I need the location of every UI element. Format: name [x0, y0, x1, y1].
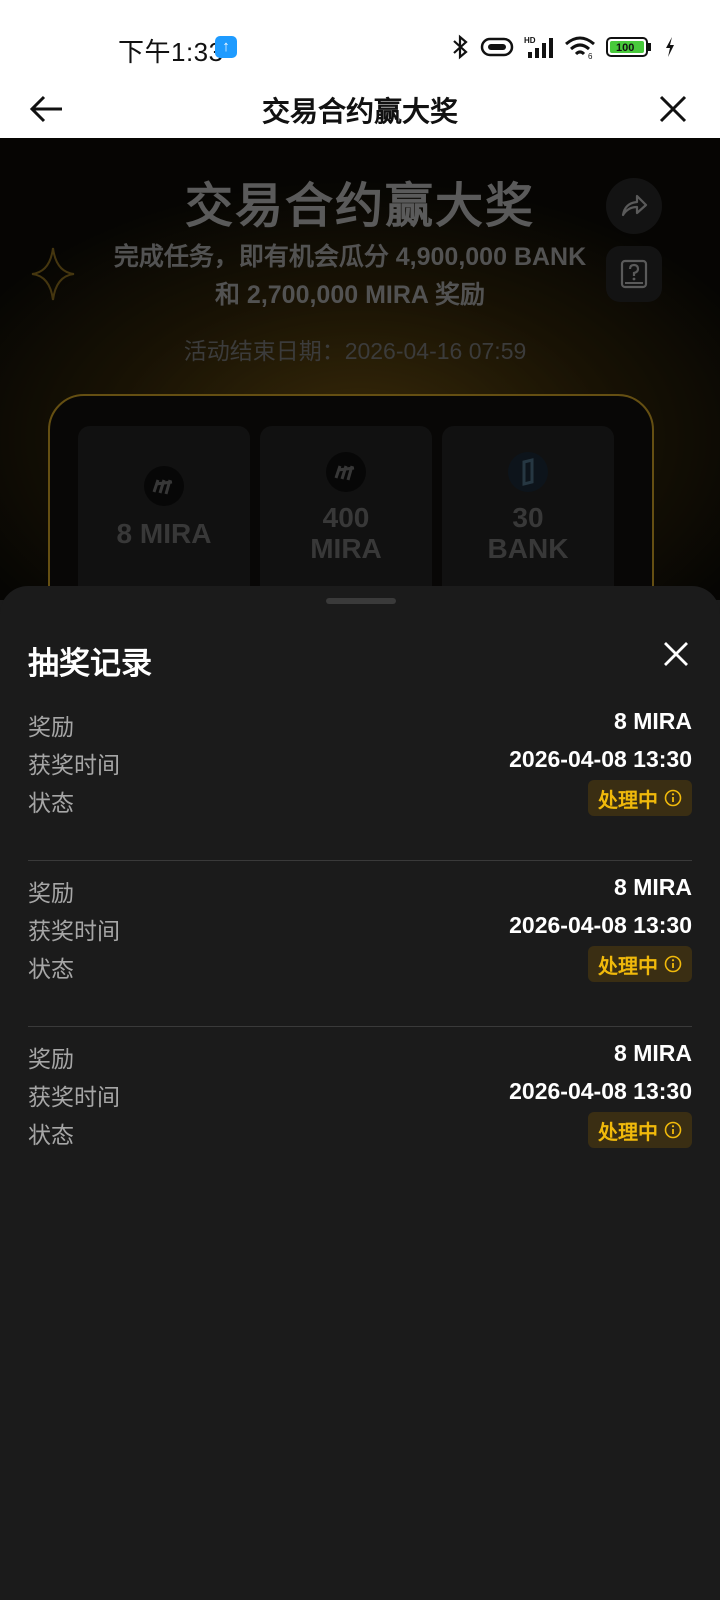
info-icon — [664, 955, 682, 973]
svg-text:100: 100 — [616, 42, 634, 54]
status-time: 下午1:33 — [118, 37, 224, 67]
time-value: 2026-04-08 13:30 — [509, 912, 692, 938]
reward-row: 奖励 8 MIRA — [28, 704, 692, 742]
status-icons: HD 6 100 — [450, 34, 676, 60]
status-bar: 下午1:33 ↑ HD 6 100 — [0, 0, 720, 80]
reward-label: 奖励 — [28, 1046, 74, 1072]
svg-text:HD: HD — [524, 36, 536, 45]
status-row: 状态 处理中 — [28, 946, 692, 984]
time-label: 获奖时间 — [28, 1084, 120, 1110]
battery-icon: 100 — [606, 37, 651, 57]
status-row: 状态 处理中 — [28, 1112, 692, 1150]
divider — [28, 860, 692, 861]
time-value: 2026-04-08 13:30 — [509, 746, 692, 772]
status-text: 处理中 — [598, 1121, 658, 1144]
time-row: 获奖时间 2026-04-08 13:30 — [28, 742, 692, 780]
nav-title: 交易合约赢大奖 — [261, 96, 458, 127]
charging-icon — [666, 37, 674, 57]
wifi-icon: 6 — [565, 36, 595, 59]
reward-value: 8 MIRA — [614, 708, 692, 734]
svg-text:6: 6 — [588, 52, 593, 59]
info-icon — [664, 1121, 682, 1139]
reward-label: 奖励 — [28, 880, 74, 906]
reward-value: 8 MIRA — [614, 874, 692, 900]
bluetooth-icon — [453, 34, 468, 60]
time-row: 获奖时间 2026-04-08 13:30 — [28, 1074, 692, 1112]
time-row: 获奖时间 2026-04-08 13:30 — [28, 908, 692, 946]
record-item: 奖励 8 MIRA 获奖时间 2026-04-08 13:30 状态 处理中 — [28, 704, 692, 864]
status-label: 状态 — [28, 1122, 74, 1148]
status-row: 状态 处理中 — [28, 780, 692, 818]
nav-bar: 交易合约赢大奖 — [0, 80, 720, 138]
time-label: 获奖时间 — [28, 752, 120, 778]
record-item: 奖励 8 MIRA 获奖时间 2026-04-08 13:30 状态 处理中 — [28, 870, 692, 1030]
sheet-title: 抽奖记录 — [28, 646, 152, 681]
reward-row: 奖励 8 MIRA — [28, 1036, 692, 1074]
time-value: 2026-04-08 13:30 — [509, 1078, 692, 1104]
campaign-page: 交易合约赢大奖 完成任务，即有机会瓜分 4,900,000 BANK 和 2,7… — [0, 138, 720, 600]
reward-label: 奖励 — [28, 714, 74, 740]
divider — [28, 1026, 692, 1027]
status-text: 处理中 — [598, 789, 658, 812]
status-label: 状态 — [28, 790, 74, 816]
reward-row: 奖励 8 MIRA — [28, 870, 692, 908]
signal-icon: HD — [524, 36, 553, 58]
sheet-drag-handle[interactable] — [326, 598, 396, 604]
status-text: 处理中 — [598, 955, 658, 978]
status-badge[interactable]: 处理中 — [588, 780, 692, 816]
close-icon[interactable] — [654, 90, 692, 128]
close-icon[interactable] — [660, 638, 692, 670]
link-icon — [480, 37, 514, 57]
lottery-records-sheet: 抽奖记录 奖励 8 MIRA 获奖时间 2026-04-08 13:30 状态 … — [0, 586, 720, 1600]
status-label: 状态 — [28, 956, 74, 982]
reward-value: 8 MIRA — [614, 1040, 692, 1066]
status-badge[interactable]: 处理中 — [588, 1112, 692, 1148]
record-item: 奖励 8 MIRA 获奖时间 2026-04-08 13:30 状态 处理中 — [28, 1036, 692, 1196]
upload-arrow-icon: ↑ — [215, 36, 237, 58]
info-icon — [664, 789, 682, 807]
status-badge[interactable]: 处理中 — [588, 946, 692, 982]
time-label: 获奖时间 — [28, 918, 120, 944]
